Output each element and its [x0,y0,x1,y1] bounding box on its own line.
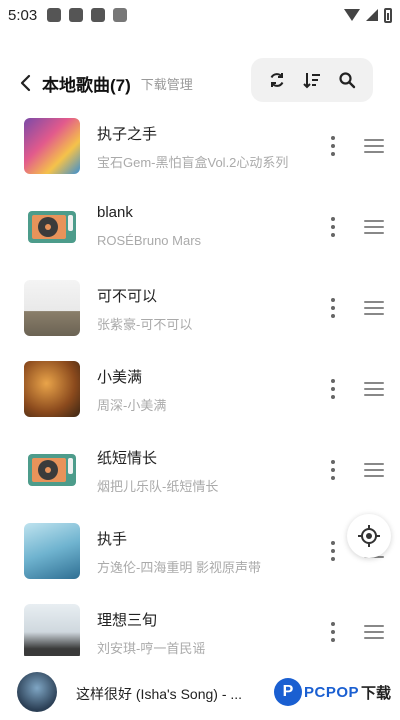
song-item[interactable]: 小美满 周深-小美满 [0,351,400,432]
song-artist: 方逸伦-四海重明 影视原声带 [97,560,261,575]
album-cover [24,523,80,579]
notification-icon [47,8,62,22]
locate-current-button[interactable] [347,514,391,558]
more-options-button[interactable] [326,296,340,320]
watermark-suffix: 下载 [361,684,392,702]
sort-icon [303,73,320,89]
more-options-button[interactable] [326,620,340,644]
more-options-button[interactable] [326,377,340,401]
player-song-title: 这样很好 (Isha's Song) - ... [76,686,243,702]
refresh-icon [270,73,284,87]
app-icon [91,8,106,22]
song-item[interactable]: 执子之手 宝石Gem-黑怕盲盒Vol.2心动系列 [0,108,400,189]
album-cover [24,361,80,417]
watermark-logo: P [274,678,302,706]
song-title: 执子之手 [97,126,158,143]
chevron-left-icon [20,74,31,92]
song-item[interactable]: 执手 方逸伦-四海重明 影视原声带 [0,513,400,594]
drag-handle[interactable] [364,301,384,315]
font-icon [113,8,128,22]
song-artist: 周深-小美满 [97,398,167,413]
drag-handle[interactable] [364,382,384,396]
page-title: 本地歌曲(7) [42,75,131,95]
song-title: 执手 [97,531,128,548]
record-player-icon [24,199,80,255]
song-list: 执子之手 宝石Gem-黑怕盲盒Vol.2心动系列 blank ROSÉBruno… [0,108,400,656]
download-manager-link[interactable]: 下载管理 [141,74,193,93]
record-player-icon [24,442,80,498]
song-title: 可不可以 [97,288,158,305]
song-artist: 宝石Gem-黑怕盲盒Vol.2心动系列 [97,155,289,170]
refresh-button[interactable] [265,68,289,92]
wifi-icon [344,9,360,21]
toolbar [251,58,373,102]
song-title: 理想三旬 [97,612,158,629]
status-time: 5:03 [8,6,38,24]
sort-button[interactable] [300,68,324,92]
battery-icon [384,7,392,23]
album-cover [24,280,80,336]
album-cover [24,604,80,656]
player-cover [17,672,57,712]
song-item[interactable]: 纸短情长 烟把儿乐队-纸短情长 [0,432,400,513]
song-title: 小美满 [97,369,143,386]
more-options-button[interactable] [326,134,340,158]
more-options-button[interactable] [326,458,340,482]
header: 本地歌曲(7) 下载管理 [0,58,400,108]
back-button[interactable] [14,71,38,95]
drag-handle[interactable] [364,625,384,639]
song-item[interactable]: 可不可以 张紫豪-可不可以 [0,270,400,351]
status-indicators [344,7,392,23]
song-artist: 烟把儿乐队-纸短情长 [97,479,219,494]
song-item[interactable]: 理想三旬 刘安琪-哼一首民谣 [0,594,400,656]
album-cover [24,118,80,174]
watermark-brand: PCPOP [304,683,360,701]
search-button[interactable] [335,68,359,92]
search-icon [339,72,356,89]
more-options-button[interactable] [326,539,340,563]
more-options-button[interactable] [326,215,340,239]
status-bar: 5:03 [0,0,400,30]
drag-handle[interactable] [364,220,384,234]
drag-handle[interactable] [364,139,384,153]
locate-icon [358,525,380,547]
song-artist: 张紫豪-可不可以 [97,317,193,332]
image-icon [69,8,84,22]
song-artist: 刘安琪-哼一首民谣 [97,641,206,656]
song-title: blank [97,204,133,221]
song-title: 纸短情长 [97,450,158,467]
song-item[interactable]: blank ROSÉBruno Mars [0,189,400,270]
signal-icon [366,9,378,21]
drag-handle[interactable] [364,463,384,477]
song-artist: ROSÉBruno Mars [97,233,202,248]
watermark: P PCPOP 下载 [274,670,400,714]
